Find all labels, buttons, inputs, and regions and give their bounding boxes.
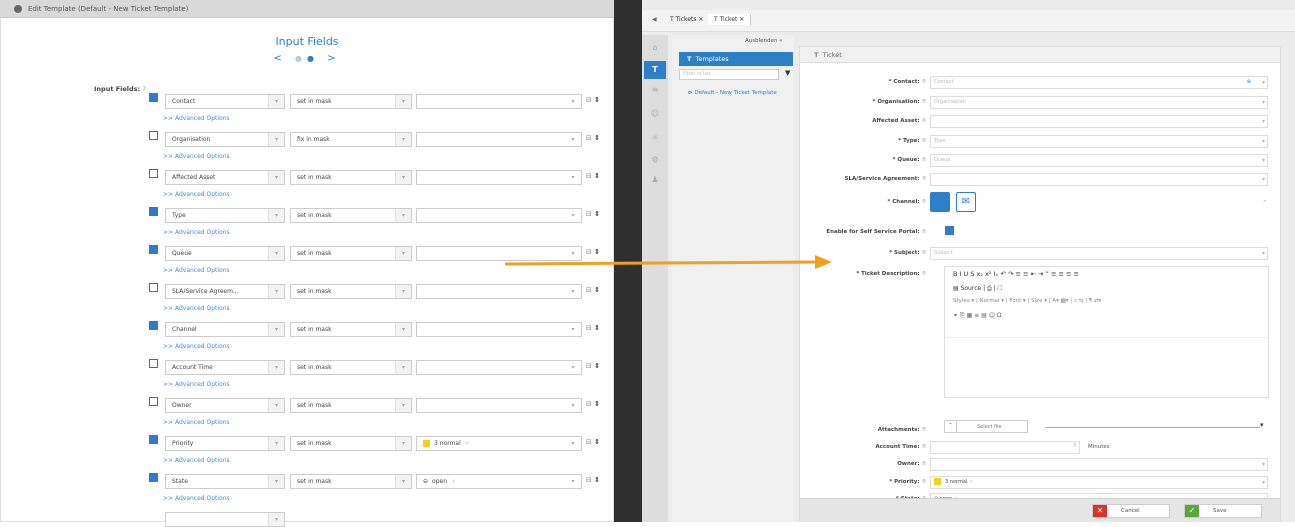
annotation-arrow xyxy=(504,255,832,269)
